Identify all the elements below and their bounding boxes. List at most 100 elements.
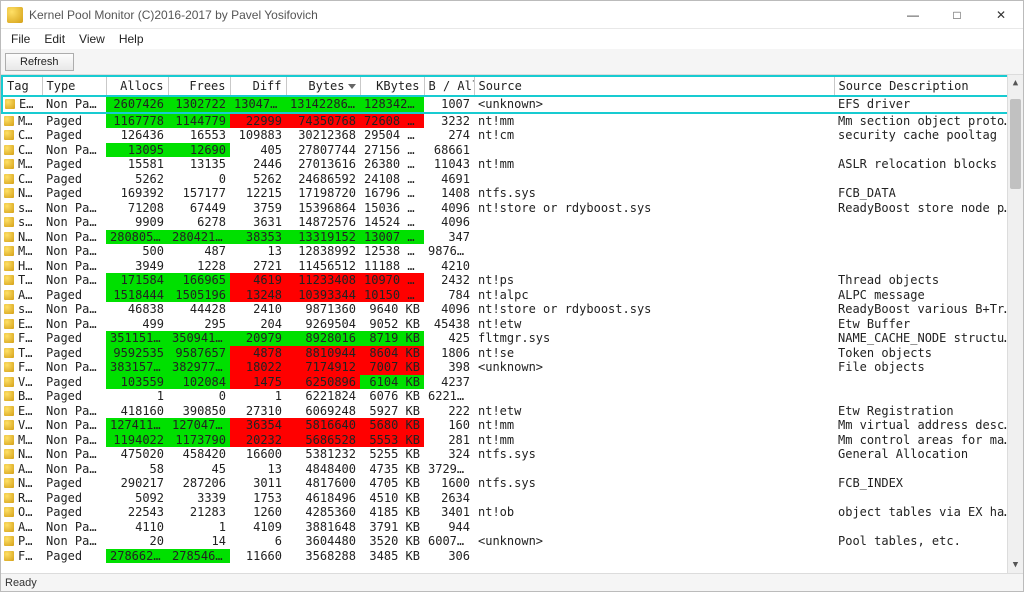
table-row[interactable]: EtwRNon Paged418160390850273106069248592… xyxy=(2,404,1022,419)
cell-allocs: 4110 xyxy=(106,520,168,535)
table-row[interactable]: ViS4Paged103559102084147562508966104 KB4… xyxy=(2,375,1022,390)
table-row[interactable]: HalBNon Paged3949122827211145651211188 K… xyxy=(2,259,1022,274)
cell-bytes: 27013616 xyxy=(286,157,360,172)
table-row[interactable]: ConTNon Paged13095126904052780774427156 … xyxy=(2,143,1022,158)
table-row[interactable]: CM25Paged5262052622468659224108 KB4691 xyxy=(2,172,1022,187)
cell-bytes: 1314228672 xyxy=(286,96,360,113)
cell-desc xyxy=(834,172,1022,187)
table-row[interactable]: NtfxNon Paged475020458420166005381232525… xyxy=(2,447,1022,462)
table-row[interactable]: smBtNon Paged4683844428241098713609640 K… xyxy=(2,302,1022,317)
cell-source: nt!mm xyxy=(474,113,834,129)
cell-frees: 27854608 xyxy=(168,549,230,564)
table-row[interactable]: FMfnPaged3511517735094198209798928016871… xyxy=(2,331,1022,346)
table-row[interactable]: ThreNon Paged171584166965461911233408109… xyxy=(2,273,1022,288)
minimize-button[interactable]: — xyxy=(891,1,935,29)
table-row[interactable]: FileNon Paged383157283829770618022717491… xyxy=(2,360,1022,375)
cell-bytes: 11456512 xyxy=(286,259,360,274)
col-kbytes[interactable]: KBytes xyxy=(360,76,424,96)
cell-allocs: 13095 xyxy=(106,143,168,158)
header-row[interactable]: Tag Type Allocs Frees Diff Bytes KBytes … xyxy=(2,76,1022,96)
menu-edit[interactable]: Edit xyxy=(38,32,71,46)
refresh-button[interactable]: Refresh xyxy=(5,53,74,71)
cell-desc: FCB_INDEX xyxy=(834,476,1022,491)
table-row[interactable]: CMScPaged126436165531098833021236829504 … xyxy=(2,128,1022,143)
cell-frees: 1302722 xyxy=(168,96,230,113)
col-diff[interactable]: Diff xyxy=(230,76,286,96)
scroll-down-arrow[interactable]: ▼ xyxy=(1008,557,1023,573)
col-allocs[interactable]: Allocs xyxy=(106,76,168,96)
col-tag[interactable]: Tag xyxy=(2,76,42,96)
cell-type: Paged xyxy=(42,505,106,520)
cell-kbytes: 12538 KB xyxy=(360,244,424,259)
menu-bar: File Edit View Help xyxy=(1,29,1023,49)
table-row[interactable]: NtfFPaged290217287206301148176004705 KB1… xyxy=(2,476,1022,491)
table-row[interactable]: MmCaNon Paged119402211737902023256865285… xyxy=(2,433,1022,448)
cell-type: Paged xyxy=(42,375,106,390)
table-row[interactable]: ArIcNon Paged41101410938816483791 KB944 xyxy=(2,520,1022,535)
cell-tag: smCB xyxy=(2,215,42,230)
table-row[interactable]: Vad Non Paged127411521270479836354581664… xyxy=(2,418,1022,433)
table-row[interactable]: AthMNon Paged58451348484004735 KB372953 xyxy=(2,462,1022,477)
table-row[interactable]: smNpNon Paged712086744937591539686415036… xyxy=(2,201,1022,216)
cell-type: Paged xyxy=(42,157,106,172)
cell-frees: 458420 xyxy=(168,447,230,462)
col-frees[interactable]: Frees xyxy=(168,76,230,96)
cell-allocs: 2607426 xyxy=(106,96,168,113)
cell-diff: 1260 xyxy=(230,505,286,520)
menu-help[interactable]: Help xyxy=(113,32,150,46)
col-type[interactable]: Type xyxy=(42,76,106,96)
table-row[interactable]: AlMsPaged1518444150519613248103933441015… xyxy=(2,288,1022,303)
table-row[interactable]: TokePaged95925359587657487888109448604 K… xyxy=(2,346,1022,361)
cell-source xyxy=(474,549,834,564)
table-row[interactable]: MSVDNon Paged500487131283899212538 KB987… xyxy=(2,244,1022,259)
scroll-up-arrow[interactable]: ▲ xyxy=(1008,75,1023,91)
cell-desc xyxy=(834,389,1022,404)
cell-bytes: 3881648 xyxy=(286,520,360,535)
cell-type: Paged xyxy=(42,549,106,564)
cell-type: Paged xyxy=(42,186,106,201)
cell-kbytes: 8604 KB xyxy=(360,346,424,361)
cell-kbytes: 3485 KB xyxy=(360,549,424,564)
menu-file[interactable]: File xyxy=(5,32,36,46)
vertical-scrollbar[interactable]: ▲ ▼ xyxy=(1007,75,1023,573)
col-source[interactable]: Source xyxy=(474,76,834,96)
table-row[interactable]: EfsmNon Paged260742613027221304704131422… xyxy=(2,96,1022,113)
cell-kbytes: 6076 KB xyxy=(360,389,424,404)
cell-desc xyxy=(834,549,1022,564)
table-row[interactable]: NVRMNon Paged280805242804217138353133191… xyxy=(2,230,1022,245)
col-bytes[interactable]: Bytes xyxy=(286,76,360,96)
cell-source: nt!cm xyxy=(474,128,834,143)
table-row[interactable]: BGIKPaged10162218246076 KB6221824 xyxy=(2,389,1022,404)
cell-bytes: 13319152 xyxy=(286,230,360,245)
cell-source xyxy=(474,491,834,506)
cell-kbytes: 29504 KB xyxy=(360,128,424,143)
cell-tag: smBt xyxy=(2,302,42,317)
table-row[interactable]: FsyvPaged2786626827854608116603568288348… xyxy=(2,549,1022,564)
scroll-thumb[interactable] xyxy=(1010,99,1021,189)
data-grid[interactable]: Tag Type Allocs Frees Diff Bytes KBytes … xyxy=(1,75,1023,573)
table-row[interactable]: MmRePaged155811313524462701361626380 KB1… xyxy=(2,157,1022,172)
col-balloc[interactable]: B / Alloc xyxy=(424,76,474,96)
cell-frees: 45 xyxy=(168,462,230,477)
cell-allocs: 35115177 xyxy=(106,331,168,346)
table-row[interactable]: EtwBNon Paged49929520492695049052 KB4543… xyxy=(2,317,1022,332)
cell-bytes: 6221824 xyxy=(286,389,360,404)
menu-view[interactable]: View xyxy=(73,32,111,46)
maximize-button[interactable]: □ xyxy=(935,1,979,29)
cell-desc xyxy=(834,230,1022,245)
table-row[interactable]: RvaLPaged50923339175346184964510 KB2634 xyxy=(2,491,1022,506)
cell-tag: Efsm xyxy=(2,96,42,113)
table-row[interactable]: PoolNon Paged2014636044803520 KB600746<u… xyxy=(2,534,1022,549)
table-row[interactable]: ObtbPaged2254321283126042853604185 KB340… xyxy=(2,505,1022,520)
cell-kbytes: 4185 KB xyxy=(360,505,424,520)
cell-kbytes: 10150 KB xyxy=(360,288,424,303)
table-row[interactable]: smCBNon Paged9909627836311487257614524 K… xyxy=(2,215,1022,230)
cell-type: Paged xyxy=(42,128,106,143)
cell-desc xyxy=(834,215,1022,230)
table-row[interactable]: NtffPaged169392157177122151719872016796 … xyxy=(2,186,1022,201)
col-desc[interactable]: Source Description xyxy=(834,76,1022,96)
table-row[interactable]: MmStPaged1167778114477922999743507687260… xyxy=(2,113,1022,129)
close-button[interactable]: ✕ xyxy=(979,1,1023,29)
cell-bytes: 5686528 xyxy=(286,433,360,448)
cell-frees: 67449 xyxy=(168,201,230,216)
